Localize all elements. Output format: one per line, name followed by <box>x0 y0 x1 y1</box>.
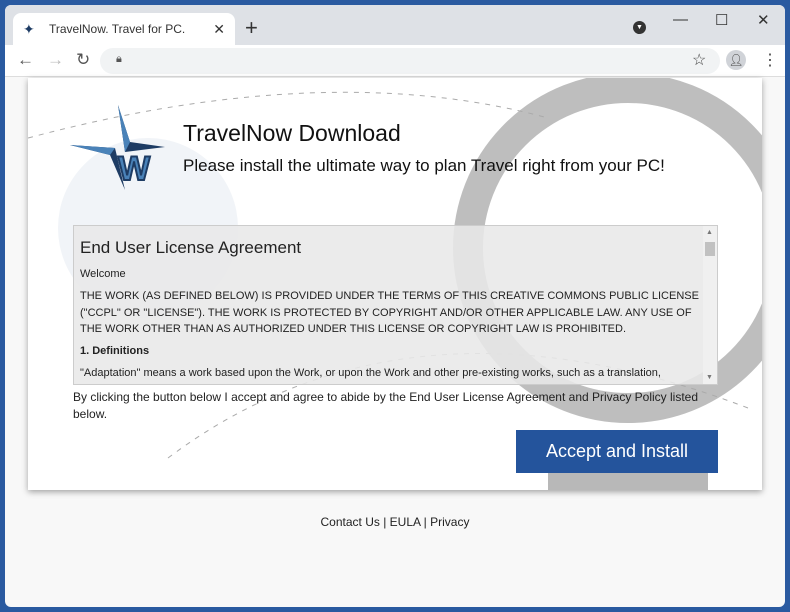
page-subtitle: Please install the ultimate way to plan … <box>183 156 665 175</box>
eula-heading: End User License Agreement <box>80 238 302 257</box>
new-tab-button[interactable]: + <box>245 15 258 41</box>
page-title: TravelNow Download <box>183 120 401 146</box>
contact-link[interactable]: Contact Us <box>321 515 380 529</box>
accept-install-button[interactable]: Accept and Install <box>516 430 718 473</box>
eula-section: 1. Definitions <box>80 344 150 357</box>
toolbar: ← → ↻ 🔒︎ ☆ 👤︎ ⋮ <box>5 45 785 77</box>
bookmark-star-icon[interactable]: ☆ <box>692 50 706 70</box>
address-bar[interactable]: 🔒︎ ☆ <box>100 48 720 74</box>
menu-icon[interactable]: ⋮ <box>762 50 778 70</box>
tab-travelnow[interactable]: ✦ TravelNow. Travel for PC. ✕ <box>13 13 235 45</box>
favicon-icon: ✦ <box>23 21 35 37</box>
tab-title: TravelNow. Travel for PC. <box>49 22 186 36</box>
footer: Contact Us | EULA | Privacy <box>5 515 785 529</box>
tab-search-icon[interactable]: ▼ <box>633 21 646 34</box>
title-bar: ✦ TravelNow. Travel for PC. ✕ + ▼ — ☐ ✕ <box>5 5 785 45</box>
browser-window: ✦ TravelNow. Travel for PC. ✕ + ▼ — ☐ ✕ … <box>5 5 785 607</box>
travelnow-logo: W <box>70 105 165 190</box>
scroll-thumb[interactable] <box>705 242 715 256</box>
close-button[interactable]: ✕ <box>757 11 770 29</box>
scroll-down-icon[interactable]: ▼ <box>706 374 713 381</box>
eula-body: THE WORK (AS DEFINED BELOW) IS PROVIDED … <box>80 290 699 335</box>
eula-welcome: Welcome <box>80 268 126 280</box>
footer-separator: | <box>379 515 390 529</box>
agree-text: By clicking the button below I accept an… <box>73 390 699 421</box>
lock-icon: 🔒︎ <box>116 53 122 65</box>
eula-box[interactable]: End User License Agreement Welcome THE W… <box>73 225 718 385</box>
eula-adaptation: "Adaptation" means a work based upon the… <box>80 366 661 379</box>
logo-letter: W <box>118 150 151 188</box>
privacy-link[interactable]: Privacy <box>430 515 469 529</box>
tab-close-icon[interactable]: ✕ <box>213 21 225 38</box>
footer-separator: | <box>420 515 431 529</box>
eula-link[interactable]: EULA <box>390 515 421 529</box>
profile-avatar-icon[interactable]: 👤︎ <box>726 50 746 70</box>
back-icon[interactable]: ← <box>17 50 34 70</box>
reload-icon[interactable]: ↻ <box>76 50 90 70</box>
scroll-up-icon[interactable]: ▲ <box>706 229 713 236</box>
maximize-button[interactable]: ☐ <box>715 11 728 29</box>
forward-icon[interactable]: → <box>47 50 64 70</box>
minimize-button[interactable]: — <box>673 11 688 28</box>
install-panel: W TravelNow Download Please install the … <box>28 78 762 490</box>
eula-scrollbar[interactable]: ▲ ▼ <box>703 226 717 384</box>
